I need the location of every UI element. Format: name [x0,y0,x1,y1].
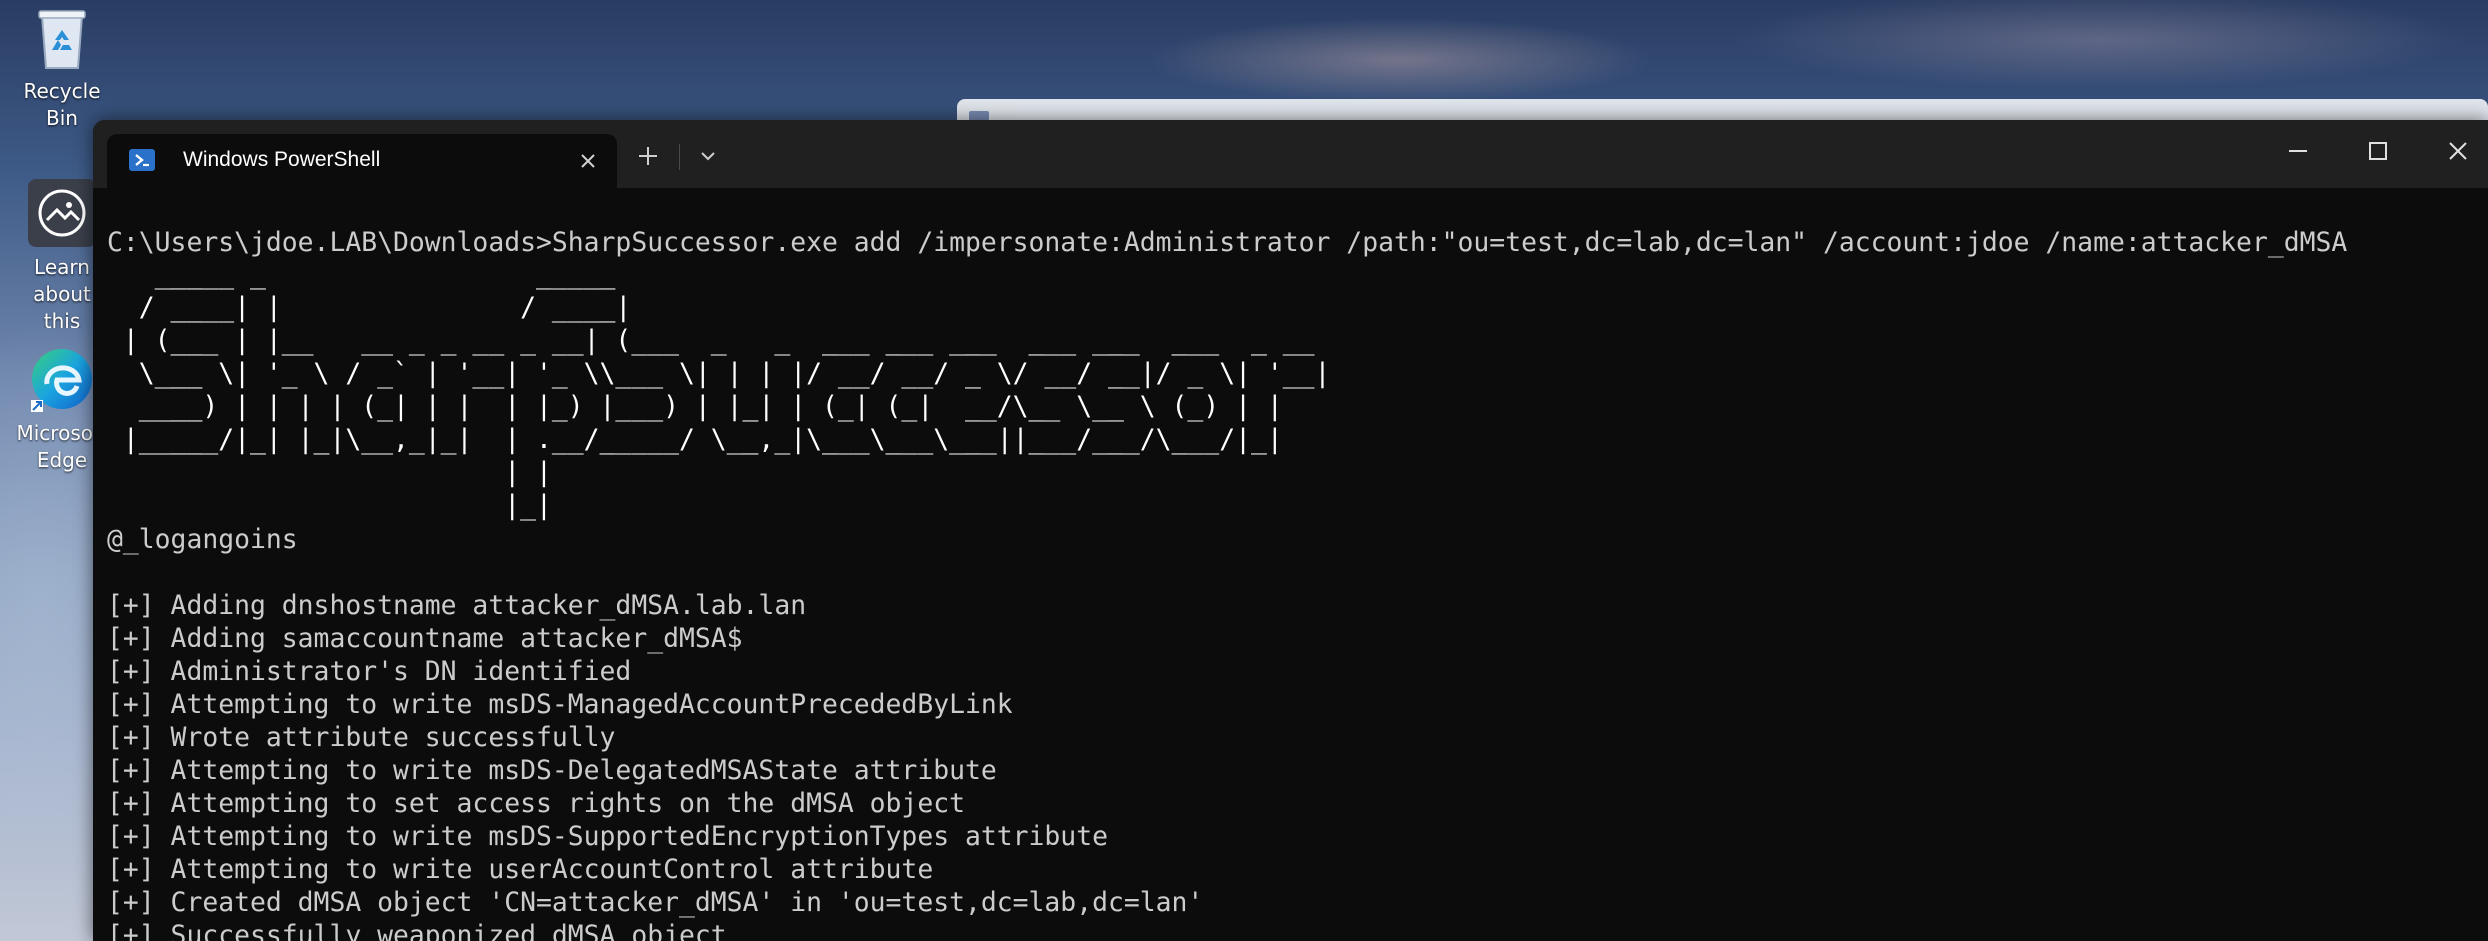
desktop-icon-label: Learn about this picture [33,255,91,328]
recycle-bin-icon [38,10,86,69]
banner-line: | | [107,457,552,488]
close-tab-icon[interactable] [573,146,603,176]
banner-line: |_| [107,490,552,521]
author-line: @_logangoins [107,524,298,555]
minimize-button[interactable] [2259,120,2339,178]
banner-line: | (___ | |__ __ _ _ __ _ __| (___ _ _ __… [107,325,1315,356]
output-line: [+] Administrator's DN identified [107,656,632,687]
tab-separator [679,144,680,170]
banner-line: / ____| | / ____| [107,292,632,323]
output-line: [+] Attempting to write userAccountContr… [107,854,934,885]
banner-line: |_____/|_| |_|\__,_|_| | .__/_____/ \__,… [107,424,1283,455]
output-line: [+] Attempting to write msDS-DelegatedMS… [107,755,997,786]
banner-line: ____) | | | | (_| | | | |_) |___) | |_| … [107,391,1283,422]
chevron-down-icon[interactable] [695,143,721,169]
new-tab-icon[interactable] [633,141,663,171]
output-line: [+] Adding samaccountname attacker_dMSA$ [107,623,743,654]
title-bar[interactable]: Windows PowerShell [93,120,2488,188]
edge-icon [31,349,92,412]
tab-windows-powershell[interactable]: Windows PowerShell [107,134,617,188]
powershell-icon [129,149,155,171]
desktop-icon-recycle-bin[interactable]: Recycle Bin [12,6,112,132]
banner-line: \___ \| '_ \ / _` | '__| '_ \\___ \| | |… [107,358,1331,389]
learn-picture-icon [28,179,96,247]
output-line: [+] Attempting to set access rights on t… [107,788,965,819]
terminal-output[interactable]: C:\Users\jdoe.LAB\Downloads>SharpSuccess… [107,226,2488,941]
desktop-icon-label: Recycle Bin [23,79,101,130]
output-line: [+] Adding dnshostname attacker_dMSA.lab… [107,590,807,621]
close-button[interactable] [2419,120,2488,178]
command-line: C:\Users\jdoe.LAB\Downloads>SharpSuccess… [107,227,2348,258]
banner-line: _____ _ _____ [107,259,616,290]
output-line: [+] Attempting to write msDS-ManagedAcco… [107,689,1013,720]
tab-title: Windows PowerShell [183,148,381,171]
output-line: [+] Attempting to write msDS-SupportedEn… [107,821,1108,852]
ascii-banner: _____ _ _____ / ____| | / ____| | (___ |… [107,259,2488,523]
powershell-window[interactable]: Windows PowerShell C:\Users\jdoe.LAB\Dow… [93,120,2488,941]
maximize-button[interactable] [2339,120,2419,178]
output-line: [+] Created dMSA object 'CN=attacker_dMS… [107,887,1204,918]
output-line: [+] Successfully weaponized dMSA object [107,920,727,941]
output-line: [+] Wrote attribute successfully [107,722,616,753]
